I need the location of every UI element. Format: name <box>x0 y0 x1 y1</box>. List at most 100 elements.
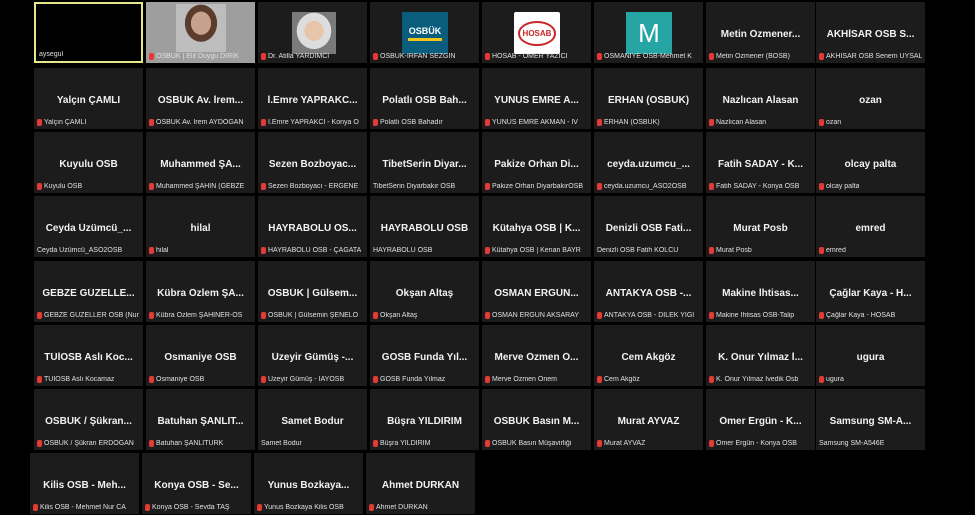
participant-tile[interactable]: TÜİOSB Aslı Koc... TÜİOSB Aslı Kocamaz <box>34 325 143 386</box>
participant-tile[interactable]: İ.Emre YAPRAKC... İ.Emre YAPRAKCI - Konya… <box>258 68 367 129</box>
participant-caption: Kübra Özlem ŞAHİNER-OS <box>149 310 252 320</box>
participant-tile[interactable]: Nazlıcan Alasan Nazlıcan Alasan <box>706 68 815 129</box>
participant-tile[interactable]: Denizli OSB Fati... Denizli OSB Fatih KOL… <box>594 196 703 257</box>
participant-tile[interactable]: AKHİSAR OSB S... AKHİSAR OSB Senem UYSAL <box>816 2 925 63</box>
participant-display-name: OSBÜK | Gülsem... <box>267 288 358 299</box>
participant-tile[interactable]: Yunus Bozkaya... Yunus Bozkaya Kilis OSB <box>254 453 363 514</box>
participant-tile[interactable]: Murat AYVAZ Murat AYVAZ <box>594 389 703 450</box>
participant-tile[interactable]: OSMAN ERGÜN... OSMAN ERGÜN AKSARAY <box>482 261 591 322</box>
participant-tile[interactable]: Ahmet DURKAN Ahmet DURKAN <box>366 453 475 514</box>
participant-tile[interactable]: Okşan Altaş Okşan Altaş <box>370 261 479 322</box>
participant-tile[interactable]: Samet Bodur Samet Bodur <box>258 389 367 450</box>
participant-name-label: OSBÜK Av. İrem AYDOĞAN <box>156 118 244 126</box>
participant-tile[interactable]: Fatih SADAY - K... Fatih SADAY - Konya OS… <box>706 132 815 193</box>
participant-caption: Ceyda Üzümcü_ASO2OSB <box>37 245 140 255</box>
participant-tile[interactable]: OSBÜK Av. İrem... OSBÜK Av. İrem AYDOĞAN <box>146 68 255 129</box>
participant-tile[interactable]: HAYRABOLU OSB HAYRABOLU OSB <box>370 196 479 257</box>
participant-tile[interactable]: Cem Akgöz Cem Akgöz <box>594 325 703 386</box>
participant-tile[interactable]: OSBÜK | Elif Duygu DİRİK <box>146 2 255 63</box>
participant-tile[interactable]: Yalçın ÇAMLI Yalçın ÇAMLI <box>34 68 143 129</box>
participant-name-label: TibetSerin Diyarbakır OSB <box>373 182 456 190</box>
participant-tile[interactable]: ANTAKYA OSB -... ANTAKYA OSB - DİLEK YİĞİ <box>594 261 703 322</box>
participant-tile[interactable]: HOSAB HOSAB - ÖMER YAZICI <box>482 2 591 63</box>
participant-tile[interactable]: ERHAN (OSBUK) ERHAN (OSBUK) <box>594 68 703 129</box>
participant-tile[interactable]: ugura ugura <box>816 325 925 386</box>
participant-tile[interactable]: Kilis OSB - Meh... Kilis OSB - Mehmet Nur… <box>30 453 139 514</box>
mic-muted-icon <box>37 118 42 126</box>
participant-tile[interactable]: Büşra YILDIRIM Büşra YILDIRIM <box>370 389 479 450</box>
participant-tile[interactable]: Dr. Atilla YARDIMCI <box>258 2 367 63</box>
participant-display-name: Ceyda Üzümcü_... <box>45 223 132 234</box>
mic-muted-icon <box>709 246 714 254</box>
participant-tile[interactable]: GEBZE GÜZELLE... GEBZE GÜZELLER OSB (Nur <box>34 261 143 322</box>
participant-tile[interactable]: K. Onur Yılmaz İ... K. Onur Yılmaz İvedik… <box>706 325 815 386</box>
participant-tile[interactable]: Osmaniye OSB Osmaniye OSB <box>146 325 255 386</box>
participant-caption: Sezen Bozboyacı - ERGENE <box>261 181 364 191</box>
participant-tile[interactable]: HAYRABOLU OS... HAYRABOLU OSB - ÇAĞATA <box>258 196 367 257</box>
participant-name-label: Büşra YILDIRIM <box>380 439 431 447</box>
participant-display-name: Denizli OSB Fati... <box>605 223 692 234</box>
participant-tile[interactable]: Batuhan ŞANLIT... Batuhan ŞANLITÜRK <box>146 389 255 450</box>
participant-tile[interactable]: Pakize Orhan Di... Pakize Orhan Diyarbakı… <box>482 132 591 193</box>
participant-caption: TibetSerin Diyarbakır OSB <box>373 181 476 191</box>
mic-muted-icon <box>261 246 266 254</box>
participant-tile[interactable]: Ömer Ergün - K... Ömer Ergün - Konya OSB <box>706 389 815 450</box>
participant-tile[interactable]: TibetSerin Diyar... TibetSerin Diyarbakır… <box>370 132 479 193</box>
participant-name-label: Üzeyir Gümüş - İAYOSB <box>268 375 345 383</box>
participant-tile[interactable]: Üzeyir Gümüş -... Üzeyir Gümüş - İAYOSB <box>258 325 367 386</box>
logo-text: HOSAB <box>517 20 557 46</box>
participant-tile[interactable]: OSBÜK Basın M... OSBÜK Basın Müşavirliği <box>482 389 591 450</box>
participant-caption: Polatlı OSB Bahadır <box>373 117 476 127</box>
mic-muted-icon <box>373 439 378 447</box>
participant-display-name: GOSB Funda Yıl... <box>381 352 468 363</box>
participant-tile[interactable]: Kübra Özlem ŞA... Kübra Özlem ŞAHİNER-OS <box>146 261 255 322</box>
mic-muted-icon <box>149 52 154 60</box>
participant-tile[interactable]: Muhammed ŞA... Muhammed ŞAHİN (GEBZE <box>146 132 255 193</box>
participant-tile[interactable]: Makine İhtisas... Makine İhtisas OSB-Tali… <box>706 261 815 322</box>
participant-caption: İ.Emre YAPRAKCI - Konya O <box>261 117 364 127</box>
participant-name-label: HAYRABOLU OSB - ÇAĞATA <box>268 246 362 254</box>
participant-name-label: OSBÜK | Gülsemin ŞENELO <box>268 311 359 319</box>
participant-name-label: Nazlıcan Alasan <box>716 118 767 126</box>
participant-tile[interactable]: Kütahya OSB | K... Kütahya OSB | Kenan BA… <box>482 196 591 257</box>
participant-tile[interactable]: OSBÜK | Gülsem... OSBÜK | Gülsemin ŞENELO <box>258 261 367 322</box>
participant-name-label: aysegul <box>39 50 64 58</box>
participant-caption: HOSAB - ÖMER YAZICI <box>485 51 588 61</box>
participant-name-label: HAYRABOLU OSB <box>373 246 433 254</box>
participant-tile[interactable]: OSBÜK / Şükran... OSBÜK / Şükran ERDOĞAN <box>34 389 143 450</box>
participant-tile[interactable]: GOSB Funda Yıl... GOSB Funda Yılmaz <box>370 325 479 386</box>
participant-caption: OSBÜK | Elif Duygu DİRİK <box>149 51 252 61</box>
participant-tile[interactable]: hilal hilal <box>146 196 255 257</box>
participant-tile[interactable]: Kuyulu OSB Kuyulu OSB <box>34 132 143 193</box>
participant-tile[interactable]: M OSMANİYE OSB-Mehmet K <box>594 2 703 63</box>
mic-muted-icon <box>597 439 602 447</box>
participant-tile[interactable]: Sezen Bozboyac... Sezen Bozboyacı - ERGEN… <box>258 132 367 193</box>
participant-tile[interactable]: emred emred <box>816 196 925 257</box>
mic-muted-icon <box>485 246 490 254</box>
participant-tile[interactable]: ceyda.uzumcu_... ceyda.uzumcu_ASO2OSB <box>594 132 703 193</box>
mic-muted-icon <box>709 439 714 447</box>
participant-caption: Yunus Bozkaya Kilis OSB <box>257 502 360 512</box>
mic-muted-icon <box>597 375 602 383</box>
participant-display-name: HAYRABOLU OSB <box>380 223 469 234</box>
participant-display-name: Fatih SADAY - K... <box>717 159 803 170</box>
participant-display-name: ERHAN (OSBUK) <box>607 95 690 106</box>
participant-tile[interactable]: Çağlar Kaya - H... Çağlar Kaya - HOSAB <box>816 261 925 322</box>
participant-tile[interactable]: Merve Özmen Ö... Merve Özmen Önem <box>482 325 591 386</box>
participant-tile[interactable]: OSBÜK OSBÜK-İRFAN SEZGİN <box>370 2 479 63</box>
participant-name-label: OSBÜK | Elif Duygu DİRİK <box>156 52 239 60</box>
participant-tile[interactable]: Ceyda Üzümcü_... Ceyda Üzümcü_ASO2OSB <box>34 196 143 257</box>
participant-tile[interactable]: olcay palta olcay palta <box>816 132 925 193</box>
participant-name-label: GEBZE GÜZELLER OSB (Nur <box>44 311 139 319</box>
participant-tile[interactable]: Murat Posb Murat Posb <box>706 196 815 257</box>
participant-tile[interactable]: Metin Özmener... Metin Özmener (BOSB) <box>706 2 815 63</box>
participant-tile[interactable]: Konya OSB - Se... Konya OSB - Sevda TAŞ <box>142 453 251 514</box>
participant-tile[interactable]: Samsung SM-A... Samsung SM-A546E <box>816 389 925 450</box>
participant-tile[interactable]: aysegul <box>34 2 143 63</box>
participant-tile[interactable]: YUNUS EMRE A... YUNUS EMRE AKMAN - İV <box>482 68 591 129</box>
participant-tile[interactable]: Polatlı OSB Bah... Polatlı OSB Bahadır <box>370 68 479 129</box>
participant-tile[interactable]: ozan ozan <box>816 68 925 129</box>
participant-name-label: emred <box>826 246 846 254</box>
participant-display-name: Sezen Bozboyac... <box>268 159 357 170</box>
mic-muted-icon <box>819 375 824 383</box>
